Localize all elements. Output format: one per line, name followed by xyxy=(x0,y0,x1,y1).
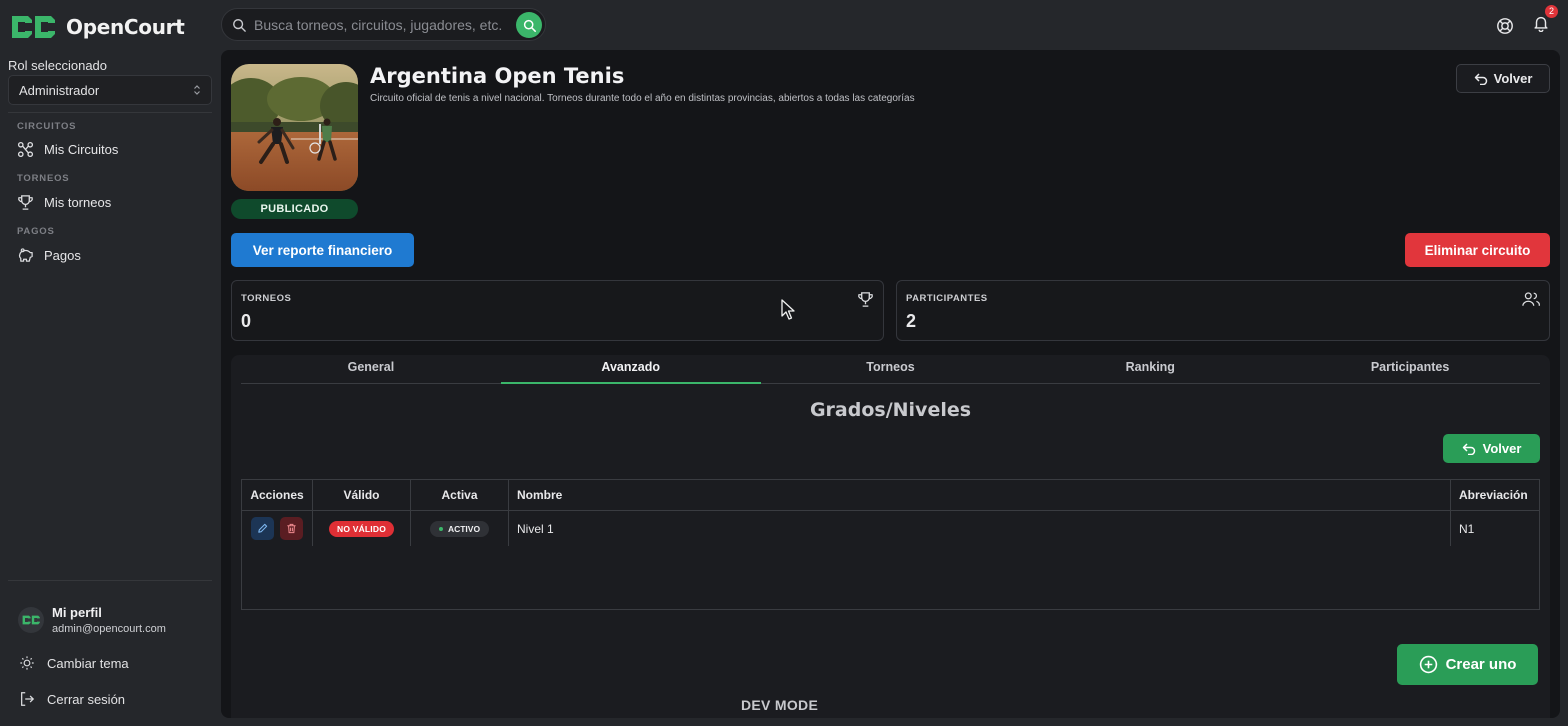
levels-back-label: Volver xyxy=(1482,441,1522,456)
app-name: OpenCourt xyxy=(66,15,185,39)
tab-torneos[interactable]: Torneos xyxy=(761,355,1021,383)
search-bar xyxy=(221,8,546,41)
profile-name: Mi perfil xyxy=(52,605,102,620)
row-abbreviation: N1 xyxy=(1459,521,1475,536)
help-lifebuoy-icon[interactable] xyxy=(1496,17,1514,35)
users-icon xyxy=(1522,292,1540,307)
role-select-value: Administrador xyxy=(19,82,100,98)
levels-table: Acciones Válido Activa Nombre Abreviació… xyxy=(241,479,1540,610)
table-row[interactable]: NO VÁLIDO ACTIVO Nivel 1 N1 xyxy=(242,511,1539,546)
section-title-pagos: PAGOS xyxy=(17,226,55,237)
sidebar-item-pagos[interactable]: Pagos xyxy=(17,244,81,266)
pencil-icon xyxy=(258,523,268,533)
sidebar-item-label: Mis torneos xyxy=(44,194,112,210)
row-active: ACTIVO xyxy=(411,511,509,546)
status-dot-icon xyxy=(438,526,443,531)
sidebar-item-mis-torneos[interactable]: Mis torneos xyxy=(17,191,111,213)
active-badge-label: ACTIVO xyxy=(447,523,481,534)
notification-count-badge: 2 xyxy=(1545,5,1558,18)
role-label: Rol seleccionado xyxy=(8,58,108,73)
stat-card-participantes: PARTICIPANTES 2 xyxy=(896,280,1550,341)
opencourt-logo-icon xyxy=(12,16,55,38)
top-actions: 2 xyxy=(1496,5,1558,37)
create-level-label: Crear uno xyxy=(1445,656,1517,673)
avatar xyxy=(18,607,44,633)
logout-button[interactable]: Cerrar sesión xyxy=(19,691,125,707)
column-header-nombre[interactable]: Nombre xyxy=(509,480,1451,510)
change-theme-label: Cambiar tema xyxy=(47,655,129,671)
row-actions xyxy=(242,511,313,546)
trophy-icon xyxy=(858,292,873,307)
search-button[interactable] xyxy=(516,12,542,38)
edit-button[interactable] xyxy=(251,517,274,540)
row-valid: NO VÁLIDO xyxy=(313,511,411,546)
back-button[interactable]: Volver xyxy=(1456,64,1550,93)
section-title-circuitos: CIRCUITOS xyxy=(17,121,77,132)
sidebar-item-mis-circuitos[interactable]: Mis Circuitos xyxy=(17,138,118,160)
status-badge: PUBLICADO xyxy=(231,199,358,219)
sun-icon xyxy=(20,656,34,670)
back-button-label: Volver xyxy=(1493,71,1533,86)
column-header-activa[interactable]: Activa xyxy=(411,480,509,510)
tab-bar: General Avanzado Torneos Ranking Partici… xyxy=(241,355,1540,384)
column-header-valido[interactable]: Válido xyxy=(313,480,411,510)
dev-mode-label: DEV MODE xyxy=(741,697,819,713)
main-content: PUBLICADO Argentina Open Tenis Circuito … xyxy=(221,50,1560,718)
change-theme-button[interactable]: Cambiar tema xyxy=(19,655,129,671)
tab-general[interactable]: General xyxy=(241,355,501,383)
plus-circle-icon xyxy=(1419,655,1437,674)
opencourt-logo-icon xyxy=(22,615,40,625)
section-title-torneos: TORNEOS xyxy=(17,173,70,184)
column-header-abreviacion[interactable]: Abreviación xyxy=(1451,480,1539,510)
delete-button[interactable] xyxy=(280,517,303,540)
financial-report-button[interactable]: Ver reporte financiero xyxy=(231,233,414,267)
app-logo[interactable]: OpenCourt xyxy=(8,10,185,44)
search-icon xyxy=(233,18,246,32)
piggy-bank-icon xyxy=(18,247,33,262)
page-title: Argentina Open Tenis xyxy=(370,64,625,88)
tab-avanzado[interactable]: Avanzado xyxy=(500,355,761,384)
stat-label: PARTICIPANTES xyxy=(906,293,988,304)
profile-link[interactable]: Mi perfil admin@opencourt.com xyxy=(18,605,166,635)
sidebar-divider xyxy=(8,112,212,113)
tab-panel: General Avanzado Torneos Ranking Partici… xyxy=(231,355,1550,718)
mouse-cursor-icon xyxy=(781,299,795,320)
role-select[interactable]: Administrador xyxy=(8,75,212,105)
stat-value: 0 xyxy=(241,311,252,331)
profile-email: admin@opencourt.com xyxy=(52,623,166,635)
logout-icon xyxy=(21,692,35,706)
stat-value: 2 xyxy=(906,311,917,331)
active-badge: ACTIVO xyxy=(429,520,490,537)
tab-participantes[interactable]: Participantes xyxy=(1280,355,1540,383)
sidebar-item-label: Pagos xyxy=(44,247,81,263)
levels-back-button[interactable]: Volver xyxy=(1443,434,1540,463)
table-header: Acciones Válido Activa Nombre Abreviació… xyxy=(242,480,1539,511)
circuit-description: Circuito oficial de tenis a nivel nacion… xyxy=(370,93,915,104)
sidebar: Rol seleccionado Administrador CIRCUITOS… xyxy=(0,50,220,726)
chevron-up-down-icon xyxy=(194,85,200,95)
trophy-icon xyxy=(18,194,33,210)
undo-arrow-icon xyxy=(1474,72,1487,85)
create-level-button[interactable]: Crear uno xyxy=(1397,644,1538,685)
sidebar-divider xyxy=(8,580,212,581)
row-name: Nivel 1 xyxy=(509,511,1451,546)
circuit-cover-image xyxy=(231,64,358,191)
trash-icon xyxy=(287,523,296,534)
search-input[interactable] xyxy=(254,16,516,33)
logout-label: Cerrar sesión xyxy=(47,691,126,707)
tab-ranking[interactable]: Ranking xyxy=(1020,355,1280,383)
invalid-badge: NO VÁLIDO xyxy=(328,520,395,537)
undo-arrow-icon xyxy=(1462,442,1475,455)
circuit-nodes-icon xyxy=(17,141,34,157)
column-header-acciones[interactable]: Acciones xyxy=(242,480,313,510)
notifications-button[interactable]: 2 xyxy=(1532,5,1558,37)
delete-circuit-button[interactable]: Eliminar circuito xyxy=(1405,233,1550,267)
search-icon xyxy=(523,19,536,32)
stat-label: TORNEOS xyxy=(241,293,292,304)
sidebar-item-label: Mis Circuitos xyxy=(44,141,119,157)
levels-heading: Grados/Niveles xyxy=(809,399,972,421)
